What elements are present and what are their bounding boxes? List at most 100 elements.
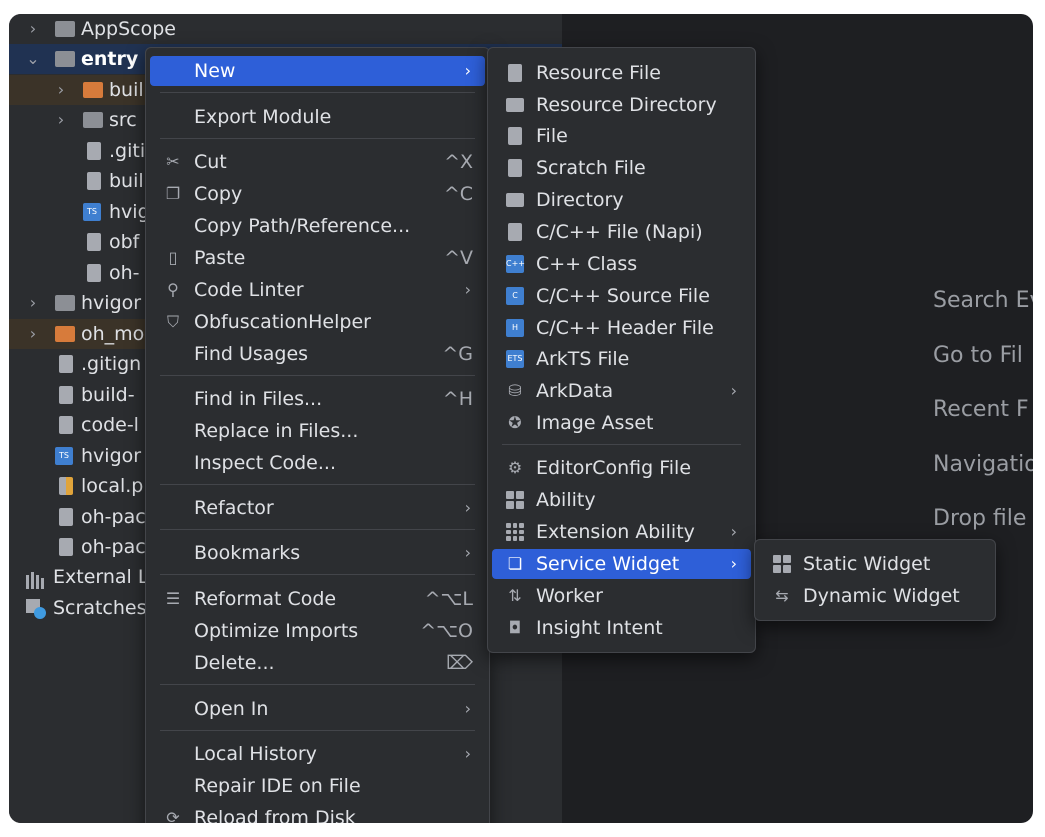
menu-separator <box>160 684 475 685</box>
tree-item-label: AppScope <box>81 18 176 40</box>
menu-item-paste[interactable]: ▯ Paste ^V <box>150 243 485 273</box>
menu-item-bookmarks[interactable]: Bookmarks › <box>150 538 485 568</box>
menu-item-file[interactable]: File <box>492 121 751 151</box>
chevron-right-icon[interactable]: › <box>25 288 41 318</box>
insight-intent-icon: ◘ <box>508 618 522 637</box>
tree-item-label: src <box>109 109 137 131</box>
menu-item-arkts-file[interactable]: ETS ArkTS File <box>492 344 751 374</box>
menu-item-find-in-files[interactable]: Find in Files... ^H <box>150 384 485 414</box>
menu-item-replace-in-files[interactable]: Replace in Files... <box>150 416 485 446</box>
menu-item-find-usages[interactable]: Find Usages ^G <box>150 339 485 369</box>
folder-icon <box>55 295 75 311</box>
menu-item-label: New <box>194 60 236 82</box>
menu-item-arkdata[interactable]: ⛁ ArkData › <box>492 376 751 406</box>
menu-item-label: Export Module <box>194 106 332 128</box>
menu-item-editorconfig[interactable]: ⚙ EditorConfig File <box>492 453 751 483</box>
menu-item-cpp-class[interactable]: C++ C++ Class <box>492 249 751 279</box>
menu-item-dynamic-widget[interactable]: ⇆ Dynamic Widget <box>759 581 991 611</box>
image-asset-icon: ✪ <box>508 413 522 432</box>
menu-item-worker[interactable]: ⇅ Worker <box>492 581 751 611</box>
menu-item-resource-file[interactable]: Resource File <box>492 58 751 88</box>
tree-item-label: code-l <box>81 414 139 436</box>
folder-icon <box>55 326 75 342</box>
hint-navigation-bar: Navigatio <box>933 452 1033 477</box>
linter-icon: ⚲ <box>167 280 179 299</box>
menu-item-optimize-imports[interactable]: Optimize Imports ^⌥O <box>150 616 485 646</box>
menu-item-label: Delete... <box>194 652 275 674</box>
tree-item-appscope[interactable]: › AppScope <box>9 14 562 44</box>
menu-item-new[interactable]: New › <box>150 56 485 86</box>
menu-item-cpp-file-napi[interactable]: C/C++ File (Napi) <box>492 217 751 247</box>
menu-item-label: Extension Ability <box>536 521 695 543</box>
ts-file-icon: TS <box>55 447 73 465</box>
database-icon: ⛁ <box>508 381 522 400</box>
chevron-right-icon[interactable]: › <box>25 319 41 349</box>
menu-item-label: Inspect Code... <box>194 452 336 474</box>
menu-item-label: Refactor <box>194 497 274 519</box>
menu-item-extension-ability[interactable]: Extension Ability › <box>492 517 751 547</box>
tree-item-label: oh_mo <box>81 323 145 345</box>
menu-item-service-widget[interactable]: ❏ Service Widget › <box>492 549 751 579</box>
menu-item-image-asset[interactable]: ✪ Image Asset <box>492 408 751 438</box>
tree-item-label: build- <box>81 384 135 406</box>
chevron-right-icon[interactable]: › <box>25 14 41 44</box>
menu-item-label: Reload from Disk <box>194 807 356 823</box>
chevron-right-icon: › <box>464 280 471 299</box>
chevron-right-icon[interactable]: › <box>53 75 69 105</box>
json-file-icon <box>59 508 73 526</box>
menu-item-code-linter[interactable]: ⚲ Code Linter › <box>150 275 485 305</box>
hint-drop-files: Drop file <box>933 506 1027 531</box>
reload-icon: ⟳ <box>166 808 180 824</box>
menu-item-static-widget[interactable]: Static Widget <box>759 549 991 579</box>
menu-item-cut[interactable]: ✂ Cut ^X <box>150 147 485 177</box>
menu-separator <box>160 730 475 731</box>
folder-icon <box>506 98 524 112</box>
service-widget-icon: ❏ <box>507 554 523 573</box>
module-folder-icon <box>55 51 75 67</box>
menu-item-refactor[interactable]: Refactor › <box>150 493 485 523</box>
tree-item-label: entry <box>81 48 139 70</box>
chevron-right-icon: › <box>464 61 471 80</box>
menu-item-cpp-header[interactable]: H C/C++ Header File <box>492 313 751 343</box>
menu-separator <box>160 92 475 93</box>
dynamic-widget-icon: ⇆ <box>775 586 789 605</box>
menu-item-inspect-code[interactable]: Inspect Code... <box>150 448 485 478</box>
menu-item-cpp-source[interactable]: C C/C++ Source File <box>492 281 751 311</box>
menu-item-open-in[interactable]: Open In › <box>150 694 485 724</box>
chevron-right-icon: › <box>730 522 737 541</box>
shortcut: ^C <box>443 183 473 205</box>
menu-item-insight-intent[interactable]: ◘ Insight Intent <box>492 613 751 643</box>
service-widget-submenu: Static Widget ⇆ Dynamic Widget <box>754 539 996 621</box>
new-submenu: Resource File Resource Directory File Sc… <box>487 47 756 653</box>
tree-item-label: buil <box>109 79 144 101</box>
menu-item-copy-path[interactable]: Copy Path/Reference... <box>150 211 485 241</box>
chevron-right-icon[interactable]: › <box>53 105 69 135</box>
menu-item-label: Open In <box>194 698 269 720</box>
menu-item-ability[interactable]: Ability <box>492 485 751 515</box>
menu-item-reformat-code[interactable]: ☰ Reformat Code ^⌥L <box>150 584 485 614</box>
folder-icon <box>506 193 524 207</box>
menu-item-reload-from-disk[interactable]: ⟳ Reload from Disk <box>150 803 485 823</box>
gear-icon: ⚙ <box>507 458 523 477</box>
chevron-right-icon: › <box>464 498 471 517</box>
menu-item-scratch-file[interactable]: Scratch File <box>492 153 751 183</box>
menu-item-label: Find Usages <box>194 343 309 365</box>
menu-item-label: Insight Intent <box>536 617 663 639</box>
menu-item-export-module[interactable]: Export Module <box>150 102 485 132</box>
menu-item-directory[interactable]: Directory <box>492 185 751 215</box>
menu-item-label: Reformat Code <box>194 588 337 610</box>
delete-key-icon: ⌦ <box>446 652 473 674</box>
chevron-down-icon[interactable]: ⌄ <box>25 44 41 74</box>
menu-item-local-history[interactable]: Local History › <box>150 739 485 769</box>
menu-item-copy[interactable]: ❐ Copy ^C <box>150 179 485 209</box>
file-icon <box>59 355 73 373</box>
menu-item-obfuscation-helper[interactable]: ⛉ ObfuscationHelper <box>150 307 485 337</box>
shortcut: ^H <box>442 388 473 410</box>
menu-item-label: Bookmarks <box>194 542 301 564</box>
menu-item-repair-ide[interactable]: Repair IDE on File <box>150 771 485 801</box>
tree-item-label: .gitign <box>81 353 142 375</box>
menu-item-label: Replace in Files... <box>194 420 359 442</box>
extension-ability-icon <box>506 523 524 541</box>
menu-item-resource-directory[interactable]: Resource Directory <box>492 90 751 120</box>
menu-item-delete[interactable]: Delete... ⌦ <box>150 648 485 678</box>
